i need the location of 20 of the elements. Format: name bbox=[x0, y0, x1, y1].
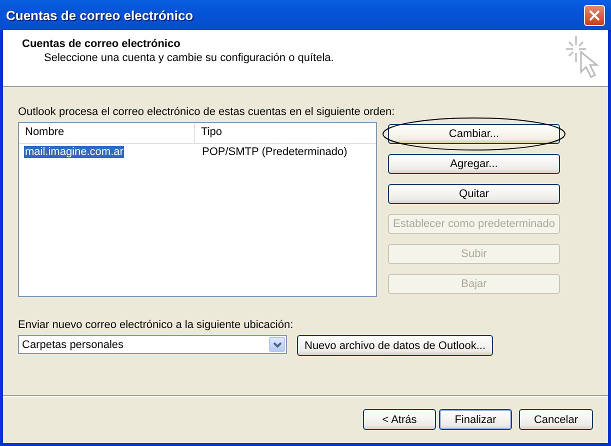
column-header[interactable]: Nombre bbox=[19, 123, 195, 143]
close-button[interactable] bbox=[584, 4, 605, 26]
side-button[interactable]: Quitar bbox=[388, 184, 560, 204]
footer-button[interactable]: Finalizar bbox=[439, 409, 512, 430]
window-title: Cuentas de correo electrónico bbox=[6, 8, 194, 22]
delivery-label: Enviar nuevo correo electrónico a la siguiente ubicación: bbox=[18, 318, 294, 332]
header-title: Cuentas de correo electrónico bbox=[22, 38, 182, 50]
new-data-file-button[interactable]: Nuevo archivo de datos de Outlook... bbox=[297, 335, 493, 356]
accounts-label: Outlook procesa el correo electrónico de estas cuentas en el siguiente orden: bbox=[18, 105, 396, 119]
side-button[interactable]: Agregar... bbox=[388, 154, 560, 174]
location-dropdown[interactable]: Carpetas personales bbox=[18, 335, 287, 354]
chevron-down-icon bbox=[272, 342, 282, 348]
header-subtitle: Seleccione una cuenta y cambie su configuración o quítela. bbox=[43, 52, 334, 64]
table-cell[interactable]: mail.imagine.com.ar bbox=[24, 146, 124, 158]
close-icon bbox=[589, 10, 600, 20]
column-header[interactable]: Tipo bbox=[195, 123, 376, 143]
side-button[interactable]: Cambiar... bbox=[388, 124, 560, 144]
footer-button[interactable]: < Atrás bbox=[363, 409, 436, 430]
footer-button[interactable]: Cancelar bbox=[519, 409, 593, 430]
table-cell: POP/SMTP (Predeterminado) bbox=[201, 146, 348, 158]
